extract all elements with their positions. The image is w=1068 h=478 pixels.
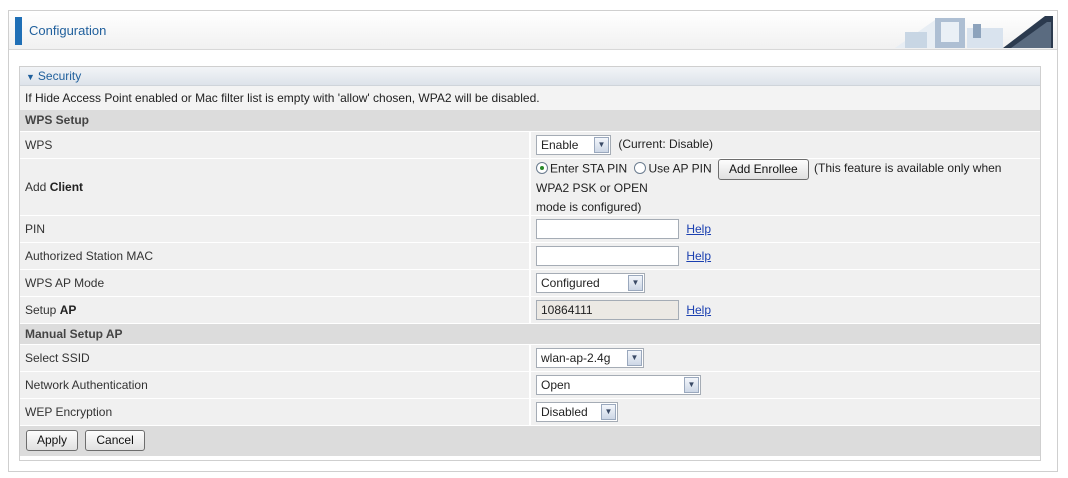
setup-ap-label: Setup AP — [20, 296, 531, 324]
authorized-mac-input[interactable] — [536, 245, 679, 266]
authorized-mac-help-link[interactable]: Help — [686, 249, 711, 263]
button-bar: Apply Cancel — [20, 425, 1040, 456]
wps-ap-mode-select[interactable]: Configured ▼ — [536, 272, 645, 293]
add-client-label-prefix: Add — [25, 179, 50, 194]
config-panel: Configuration ▼ Security If Hide Access P… — [8, 10, 1058, 472]
wps-ap-mode-value: Configured — [541, 275, 600, 290]
setup-ap-label-bold: AP — [59, 302, 77, 317]
wps-select-value: Enable — [541, 137, 579, 152]
wep-encryption-label: WEP Encryption — [20, 398, 531, 426]
pin-row: PIN Help — [20, 215, 1040, 243]
wep-encryption-select[interactable]: Disabled ▼ — [536, 401, 618, 422]
enter-sta-pin-radio[interactable] — [536, 162, 548, 175]
network-auth-value: Open — [541, 377, 571, 392]
apply-button[interactable]: Apply — [26, 430, 79, 452]
network-auth-label: Network Authentication — [20, 371, 531, 399]
button-row: Apply Cancel — [20, 425, 1040, 456]
wpa2-note: If Hide Access Point enabled or Mac filt… — [20, 86, 1040, 110]
wps-select[interactable]: Enable ▼ — [536, 134, 611, 155]
enrollee-note-line2: mode is configured) — [536, 199, 642, 214]
setup-ap-label-prefix: Setup — [25, 302, 60, 317]
ssid-select[interactable]: wlan-ap-2.4g ▼ — [536, 347, 644, 368]
use-ap-pin-label: Use AP PIN — [648, 161, 712, 176]
select-ssid-label: Select SSID — [20, 344, 531, 372]
cancel-button[interactable]: Cancel — [85, 430, 145, 452]
wps-ap-mode-row: WPS AP Mode Configured ▼ — [20, 269, 1040, 297]
authorized-mac-label: Authorized Station MAC — [20, 242, 531, 270]
wps-current-status: (Current: Disable) — [618, 136, 714, 151]
office-banner-image — [895, 16, 1053, 48]
manual-setup-label: Manual Setup AP — [20, 323, 1040, 345]
chevron-down-icon: ▼ — [684, 376, 699, 393]
setup-ap-help-link[interactable]: Help — [686, 303, 711, 317]
manual-setup-section: Manual Setup AP — [20, 323, 1040, 345]
use-ap-pin-radio[interactable] — [634, 162, 647, 175]
network-auth-row: Network Authentication Open ▼ — [20, 371, 1040, 399]
network-auth-select[interactable]: Open ▼ — [536, 374, 701, 395]
header-accent-bar — [15, 17, 22, 45]
ssid-select-value: wlan-ap-2.4g — [541, 350, 611, 365]
wps-label: WPS — [20, 131, 531, 159]
wep-encryption-value: Disabled — [541, 404, 588, 419]
chevron-down-icon: ▼ — [628, 274, 643, 291]
security-title: Security — [37, 69, 82, 83]
chevron-down-icon: ▼ — [627, 349, 642, 366]
chevron-down-icon: ▼ — [601, 403, 616, 420]
wpa2-note-row: If Hide Access Point enabled or Mac filt… — [20, 86, 1040, 110]
wep-encryption-row: WEP Encryption Disabled ▼ — [20, 398, 1040, 426]
page-title: Configuration — [29, 23, 107, 38]
pin-label: PIN — [20, 215, 531, 243]
add-enrollee-button[interactable]: Add Enrollee — [717, 158, 809, 180]
security-table: If Hide Access Point enabled or Mac filt… — [20, 86, 1040, 456]
setup-ap-row: Setup AP 10864111 Help — [20, 296, 1040, 324]
security-panel: ▼ Security If Hide Access Point enabled o… — [19, 66, 1041, 461]
triangle-down-icon: ▼ — [26, 72, 35, 82]
pin-input[interactable] — [536, 218, 679, 239]
add-client-row: Add Client Enter STA PIN Use AP PIN Add … — [20, 158, 1040, 216]
add-client-label-bold: Client — [49, 179, 84, 194]
chevron-down-icon: ▼ — [594, 136, 609, 153]
config-header: Configuration — [9, 11, 1057, 50]
setup-ap-pin-field: 10864111 — [536, 299, 679, 320]
select-ssid-row: Select SSID wlan-ap-2.4g ▼ — [20, 344, 1040, 372]
add-client-label: Add Client — [20, 158, 531, 216]
authorized-mac-row: Authorized Station MAC Help — [20, 242, 1040, 270]
wps-ap-mode-label: WPS AP Mode — [20, 269, 531, 297]
wps-setup-section: WPS Setup — [20, 110, 1040, 132]
wps-row: WPS Enable ▼ (Current: Disable) — [20, 131, 1040, 159]
security-header[interactable]: ▼ Security — [20, 67, 1040, 86]
pin-help-link[interactable]: Help — [686, 222, 711, 236]
enter-sta-pin-label: Enter STA PIN — [550, 161, 628, 176]
wps-setup-label: WPS Setup — [20, 110, 1040, 132]
